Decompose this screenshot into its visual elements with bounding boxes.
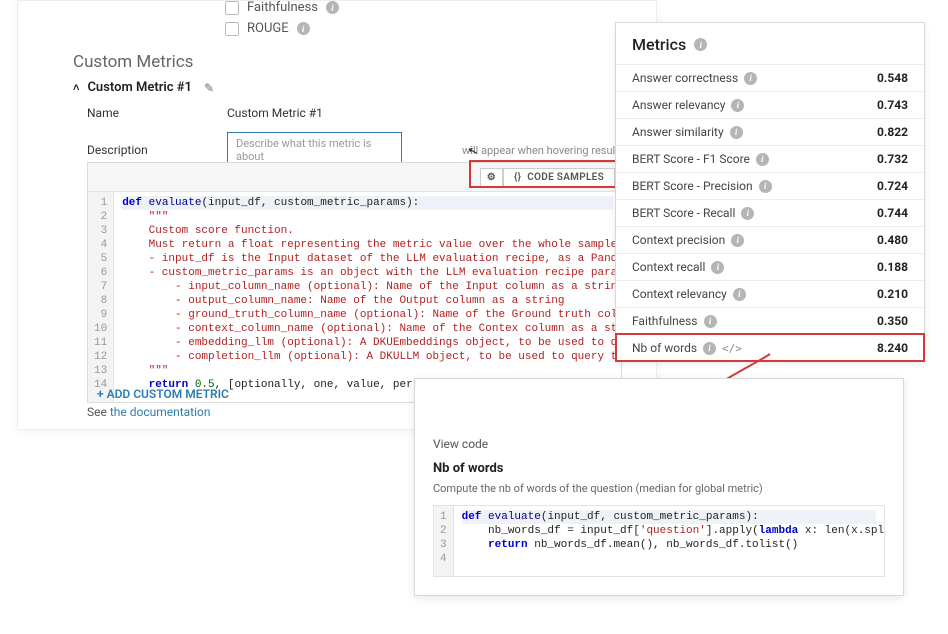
checkbox-faithfulness[interactable]: Faithfulness i bbox=[225, 0, 339, 15]
code-samples-button[interactable]: {} CODE SAMPLES bbox=[503, 168, 615, 187]
line-gutter: 1234 bbox=[434, 506, 454, 576]
editor-toolbar: ⚙ {} CODE SAMPLES bbox=[88, 163, 621, 191]
code-samples-label: CODE SAMPLES bbox=[527, 172, 604, 183]
metric-value: 0.732 bbox=[877, 152, 908, 166]
checkbox-icon[interactable] bbox=[225, 1, 239, 15]
code-area[interactable]: 1234567891011121314 def evaluate(input_d… bbox=[88, 191, 621, 402]
metric-row[interactable]: BERT Score - Precision i 0.724 bbox=[616, 172, 924, 199]
info-icon[interactable]: i bbox=[326, 1, 339, 14]
metric-name: BERT Score - Precision bbox=[632, 179, 753, 193]
info-icon[interactable]: i bbox=[730, 126, 743, 139]
metric-checkbox-list: Faithfulness i ROUGE i bbox=[225, 0, 339, 42]
expander-label: Custom Metric #1 bbox=[87, 80, 192, 95]
metric-value: 0.210 bbox=[877, 287, 908, 301]
info-icon[interactable]: i bbox=[704, 315, 717, 328]
metric-row[interactable]: Context precision i 0.480 bbox=[616, 226, 924, 253]
info-icon[interactable]: i bbox=[703, 342, 716, 355]
metric-value: 0.350 bbox=[877, 314, 908, 328]
line-gutter: 1234567891011121314 bbox=[88, 192, 114, 402]
metric-row[interactable]: Faithfulness i 0.350 bbox=[616, 307, 924, 334]
custom-metric-expander[interactable]: ˄ Custom Metric #1 ✎ bbox=[73, 80, 613, 95]
metric-value: 0.744 bbox=[877, 206, 908, 220]
description-label: Description bbox=[87, 143, 177, 157]
info-icon[interactable]: i bbox=[731, 234, 744, 247]
metric-row[interactable]: BERT Score - Recall i 0.744 bbox=[616, 199, 924, 226]
checkbox-label: ROUGE bbox=[247, 21, 289, 36]
code-lines[interactable]: def evaluate(input_df, custom_metric_par… bbox=[454, 506, 884, 576]
braces-icon: {} bbox=[514, 172, 521, 183]
metric-row[interactable]: Nb of words i </> 8.240 bbox=[616, 334, 924, 361]
metric-name: Context recall bbox=[632, 260, 705, 274]
view-code-panel: View code Nb of words Compute the nb of … bbox=[414, 378, 904, 596]
chevron-up-icon: ˄ bbox=[73, 81, 79, 94]
see-doc-prefix: See bbox=[87, 405, 110, 419]
info-icon[interactable]: i bbox=[759, 180, 772, 193]
metric-row[interactable]: Answer relevancy i 0.743 bbox=[616, 91, 924, 118]
info-icon[interactable]: i bbox=[744, 72, 757, 85]
metric-value: 8.240 bbox=[877, 341, 908, 355]
documentation-link[interactable]: the documentation bbox=[110, 405, 211, 419]
metric-name: BERT Score - Recall bbox=[632, 206, 735, 220]
info-icon[interactable]: i bbox=[756, 153, 769, 166]
metric-value: 0.822 bbox=[877, 125, 908, 139]
metric-name: Answer correctness bbox=[632, 71, 738, 85]
metrics-header: Metrics i bbox=[616, 23, 924, 64]
info-icon[interactable]: i bbox=[741, 207, 754, 220]
metric-name: Answer similarity bbox=[632, 125, 724, 139]
metric-name: BERT Score - F1 Score bbox=[632, 152, 750, 166]
metric-name: Answer relevancy bbox=[632, 98, 725, 112]
metric-row[interactable]: Context recall i 0.188 bbox=[616, 253, 924, 280]
info-icon[interactable]: i bbox=[733, 288, 746, 301]
metric-name: Faithfulness bbox=[632, 314, 698, 328]
metrics-panel: Metrics i Answer correctnessi0.548Answer… bbox=[615, 22, 925, 362]
name-row: Name Custom Metric #1 bbox=[87, 106, 323, 120]
metric-row[interactable]: Context relevancy i 0.210 bbox=[616, 280, 924, 307]
gear-icon: ⚙ bbox=[487, 172, 496, 183]
info-icon[interactable]: i bbox=[731, 99, 744, 112]
metric-name: Context precision bbox=[632, 233, 725, 247]
name-value: Custom Metric #1 bbox=[227, 106, 323, 120]
checkbox-label: Faithfulness bbox=[247, 0, 318, 15]
metric-row[interactable]: Answer correctness i 0.548 bbox=[616, 64, 924, 91]
checkbox-rouge[interactable]: ROUGE i bbox=[225, 21, 339, 36]
metric-value: 0.480 bbox=[877, 233, 908, 247]
info-icon[interactable]: i bbox=[711, 261, 724, 274]
metric-name: Context relevancy bbox=[632, 287, 727, 301]
view-code-name: Nb of words bbox=[433, 461, 885, 476]
name-label: Name bbox=[87, 106, 177, 120]
metric-value: 0.724 bbox=[877, 179, 908, 193]
checkbox-icon[interactable] bbox=[225, 22, 239, 36]
view-code-editor[interactable]: 1234 def evaluate(input_df, custom_metri… bbox=[433, 505, 885, 577]
view-code-heading: View code bbox=[433, 437, 885, 451]
metric-value: 0.188 bbox=[877, 260, 908, 274]
code-editor[interactable]: ⚙ {} CODE SAMPLES 1234567891011121314 de… bbox=[87, 162, 622, 403]
metric-value: 0.548 bbox=[877, 71, 908, 85]
metric-value: 0.743 bbox=[877, 98, 908, 112]
metrics-title: Metrics bbox=[632, 35, 686, 54]
settings-button[interactable]: ⚙ bbox=[480, 168, 503, 187]
metric-row[interactable]: BERT Score - F1 Score i 0.732 bbox=[616, 145, 924, 172]
see-doc: See the documentation bbox=[87, 405, 211, 419]
view-code-desc: Compute the nb of words of the question … bbox=[433, 482, 885, 495]
info-icon[interactable]: i bbox=[694, 38, 707, 51]
section-title: Custom Metrics bbox=[73, 52, 193, 72]
add-custom-metric-button[interactable]: + ADD CUSTOM METRIC bbox=[97, 387, 229, 401]
info-icon[interactable]: i bbox=[297, 22, 310, 35]
metric-name: Nb of words bbox=[632, 341, 697, 355]
code-lines[interactable]: def evaluate(input_df, custom_metric_par… bbox=[114, 192, 621, 402]
metric-row[interactable]: Answer similarity i 0.822 bbox=[616, 118, 924, 145]
edit-icon[interactable]: ✎ bbox=[204, 81, 214, 95]
code-icon[interactable]: </> bbox=[722, 342, 742, 355]
description-hint: will appear when hovering result bbox=[462, 144, 619, 157]
